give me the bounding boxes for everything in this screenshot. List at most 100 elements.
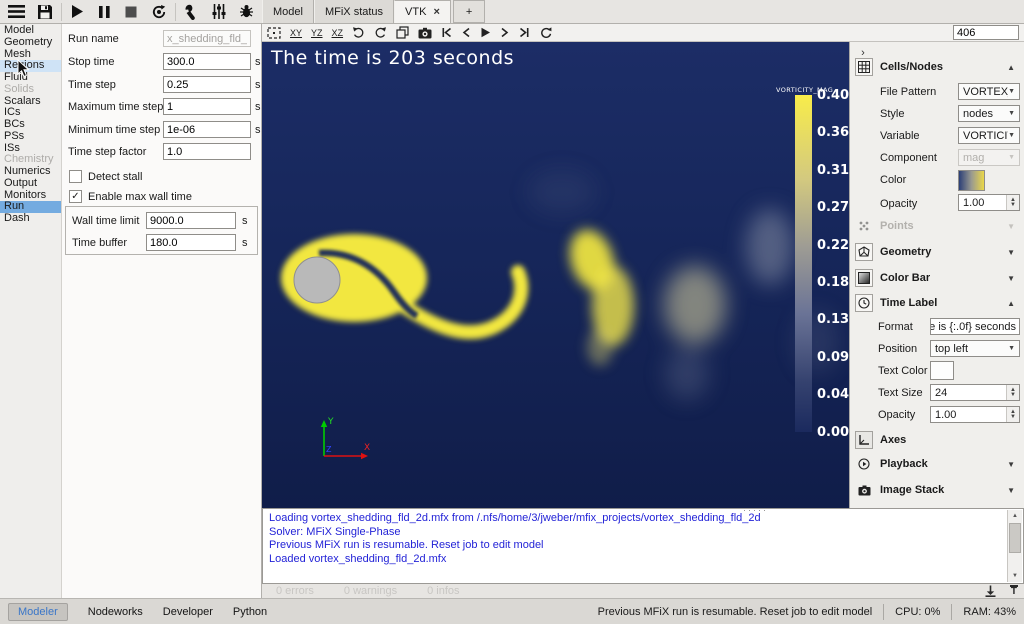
expand-icon[interactable]: ▼ bbox=[1007, 248, 1015, 257]
format-input[interactable]: e is {:.0f} seconds bbox=[930, 318, 1020, 335]
mode-tab-python[interactable]: Python bbox=[233, 606, 267, 618]
sidebar-item-bcs[interactable]: BCs bbox=[0, 119, 61, 131]
message-console[interactable]: ····· Loading vortex_shedding_fld_2d.mfx… bbox=[262, 508, 1024, 584]
expand-icon[interactable]: ▼ bbox=[1007, 274, 1015, 283]
run-play-icon[interactable] bbox=[70, 2, 85, 22]
cells-nodes-grid-icon[interactable] bbox=[855, 58, 873, 76]
spin-down-icon[interactable]: ▼ bbox=[1010, 203, 1016, 208]
collapse-icon[interactable]: ▲ bbox=[1007, 63, 1015, 72]
mode-tab-nodeworks[interactable]: Nodeworks bbox=[88, 606, 143, 618]
tab-model[interactable]: Model bbox=[262, 0, 314, 23]
section-cells-nodes[interactable]: Cells/Nodes ▲ bbox=[850, 59, 1024, 78]
section-time-label[interactable]: Time Label ▲ bbox=[850, 295, 1024, 314]
section-playback[interactable]: Playback ▼ bbox=[850, 456, 1024, 475]
section-image-stack[interactable]: Image Stack ▼ bbox=[850, 482, 1024, 501]
expand-icon[interactable]: ▼ bbox=[1007, 460, 1015, 469]
bug-icon[interactable] bbox=[239, 2, 254, 22]
mouse-cursor bbox=[17, 59, 30, 78]
scrollbar-thumb[interactable] bbox=[1009, 523, 1021, 553]
mode-tab-developer[interactable]: Developer bbox=[163, 606, 213, 618]
scrollbar-down-icon[interactable]: ▼ bbox=[1008, 570, 1022, 582]
sidebar-item-model[interactable]: Model bbox=[0, 25, 61, 37]
sidebar-item-output[interactable]: Output bbox=[0, 178, 61, 190]
first-frame-icon[interactable] bbox=[441, 25, 453, 40]
collapse-icon[interactable]: ▲ bbox=[1007, 299, 1015, 308]
playback-icon[interactable] bbox=[855, 455, 873, 473]
scrollbar-up-icon[interactable]: ▲ bbox=[1008, 510, 1022, 522]
color-bar-icon[interactable] bbox=[855, 269, 873, 287]
colorbar-tick: 0.31 bbox=[817, 163, 849, 178]
view-yz-button[interactable]: YZ bbox=[311, 25, 323, 40]
geometry-icon[interactable] bbox=[855, 243, 873, 261]
opacity-spinbox[interactable]: 1.00 ▲▼ bbox=[958, 194, 1020, 211]
file-pattern-dropdown[interactable]: VORTEX_SHE▼ bbox=[958, 83, 1020, 100]
tab-label: VTK bbox=[405, 6, 426, 18]
add-tab-button[interactable]: + bbox=[453, 0, 485, 23]
colorbar-tick: 0.40 bbox=[817, 88, 849, 103]
variable-dropdown[interactable]: VORTICITY_M▼ bbox=[958, 127, 1020, 144]
scroll-to-top-icon[interactable]: T bbox=[1010, 585, 1018, 597]
previous-frame-icon[interactable] bbox=[462, 25, 471, 40]
perspective-toggle-icon[interactable] bbox=[396, 25, 409, 40]
sidebar-item-numerics[interactable]: Numerics bbox=[0, 166, 61, 178]
scroll-to-bottom-icon[interactable] bbox=[985, 585, 996, 597]
view-xz-button[interactable]: XZ bbox=[332, 25, 344, 40]
console-scrollbar[interactable]: ▲ ▼ bbox=[1007, 510, 1022, 582]
last-frame-icon[interactable] bbox=[518, 25, 530, 40]
style-dropdown[interactable]: nodes▼ bbox=[958, 105, 1020, 122]
text-size-spinbox[interactable]: 24 ▲▼ bbox=[930, 384, 1020, 401]
close-tab-icon[interactable]: × bbox=[433, 6, 439, 18]
play-frames-icon[interactable] bbox=[480, 25, 491, 40]
colormap-swatch-button[interactable] bbox=[958, 170, 985, 191]
enable-max-wall-time-checkbox[interactable]: ✓ bbox=[69, 190, 82, 203]
stop-time-unit: s bbox=[255, 56, 261, 68]
tab-mfix-status[interactable]: MFiX status bbox=[314, 0, 394, 23]
settings-sliders-icon[interactable] bbox=[212, 2, 227, 22]
time-step-input[interactable] bbox=[163, 76, 251, 93]
time-label-opacity-spinbox[interactable]: 1.00 ▲▼ bbox=[930, 406, 1020, 423]
stop-time-input[interactable] bbox=[163, 53, 251, 70]
time-buffer-input[interactable] bbox=[146, 234, 236, 251]
min-time-step-input[interactable] bbox=[163, 121, 251, 138]
position-dropdown[interactable]: top left▼ bbox=[930, 340, 1020, 357]
sidebar-item-pss[interactable]: PSs bbox=[0, 131, 61, 143]
console-line: Previous MFiX run is resumable. Reset jo… bbox=[269, 539, 1003, 553]
section-geometry[interactable]: Geometry ▼ bbox=[850, 244, 1024, 263]
sidebar-item-fluid[interactable]: Fluid bbox=[0, 72, 61, 84]
section-axes[interactable]: Axes bbox=[850, 432, 1024, 451]
build-wrench-icon[interactable] bbox=[184, 2, 200, 22]
detect-stall-checkbox[interactable] bbox=[69, 170, 82, 183]
sidebar-item-dash[interactable]: Dash bbox=[0, 213, 61, 225]
clock-icon[interactable] bbox=[855, 294, 873, 312]
tab-vtk[interactable]: VTK × bbox=[394, 0, 451, 23]
stop-icon[interactable] bbox=[124, 2, 139, 22]
refresh-loop-icon[interactable] bbox=[539, 25, 552, 40]
spin-down-icon[interactable]: ▼ bbox=[1010, 393, 1016, 398]
rotate-right-icon[interactable] bbox=[374, 25, 387, 40]
image-stack-camera-icon[interactable] bbox=[855, 481, 873, 499]
expand-icon[interactable]: ▼ bbox=[1007, 486, 1015, 495]
axes-icon[interactable] bbox=[855, 431, 873, 449]
section-color-bar[interactable]: Color Bar ▼ bbox=[850, 270, 1024, 289]
time-step-unit: s bbox=[255, 79, 261, 91]
chevron-down-icon: ▼ bbox=[1008, 345, 1015, 352]
max-time-step-input[interactable] bbox=[163, 98, 251, 115]
frame-number-input[interactable] bbox=[953, 25, 1019, 40]
reset-view-icon[interactable] bbox=[267, 25, 281, 40]
screenshot-camera-icon[interactable] bbox=[418, 25, 432, 40]
rotate-left-icon[interactable] bbox=[352, 25, 365, 40]
next-frame-icon[interactable] bbox=[500, 25, 509, 40]
view-xy-button[interactable]: XY bbox=[290, 25, 302, 40]
time-step-factor-input[interactable] bbox=[163, 143, 251, 160]
pause-icon[interactable] bbox=[97, 2, 112, 22]
mode-tab-modeler[interactable]: Modeler bbox=[8, 603, 68, 621]
wall-time-limit-input[interactable] bbox=[146, 212, 236, 229]
menu-icon[interactable] bbox=[8, 2, 25, 22]
save-icon[interactable] bbox=[37, 2, 53, 22]
splitter-handle[interactable]: ····· bbox=[743, 508, 768, 515]
spin-down-icon[interactable]: ▼ bbox=[1010, 415, 1016, 420]
vtk-render-view[interactable]: The time is 203 seconds VORTICITY_MAG 0.… bbox=[262, 42, 849, 508]
reset-icon[interactable] bbox=[151, 2, 167, 22]
sidebar-item-geometry[interactable]: Geometry bbox=[0, 37, 61, 49]
text-color-swatch-button[interactable] bbox=[930, 361, 954, 380]
